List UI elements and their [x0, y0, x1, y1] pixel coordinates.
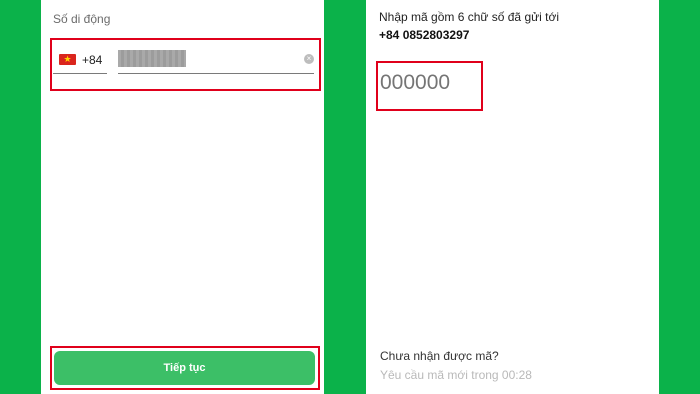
resend-countdown: Yêu cầu mã mới trong 00:28 [380, 368, 532, 382]
otp-input[interactable] [380, 69, 476, 97]
phone-entry-screen: Số di động ★ +84 × Tiếp tục [41, 0, 324, 394]
phone-input[interactable] [118, 50, 186, 67]
not-received-text: Chưa nhận được mã? [380, 349, 499, 363]
otp-phone-number: +84 0852803297 [379, 28, 470, 42]
otp-screen: Nhập mã gồm 6 chữ số đã gửi tới +84 0852… [366, 0, 659, 394]
clear-icon[interactable]: × [304, 54, 314, 64]
phone-label: Số di động [53, 12, 111, 26]
country-code-underline [53, 73, 107, 74]
otp-prompt: Nhập mã gồm 6 chữ số đã gửi tới [379, 10, 560, 24]
continue-button[interactable]: Tiếp tục [54, 351, 315, 385]
country-code[interactable]: +84 [82, 53, 102, 67]
flag-star: ★ [63, 54, 72, 64]
vietnam-flag-icon[interactable]: ★ [59, 54, 76, 65]
phone-input-underline [118, 73, 314, 74]
